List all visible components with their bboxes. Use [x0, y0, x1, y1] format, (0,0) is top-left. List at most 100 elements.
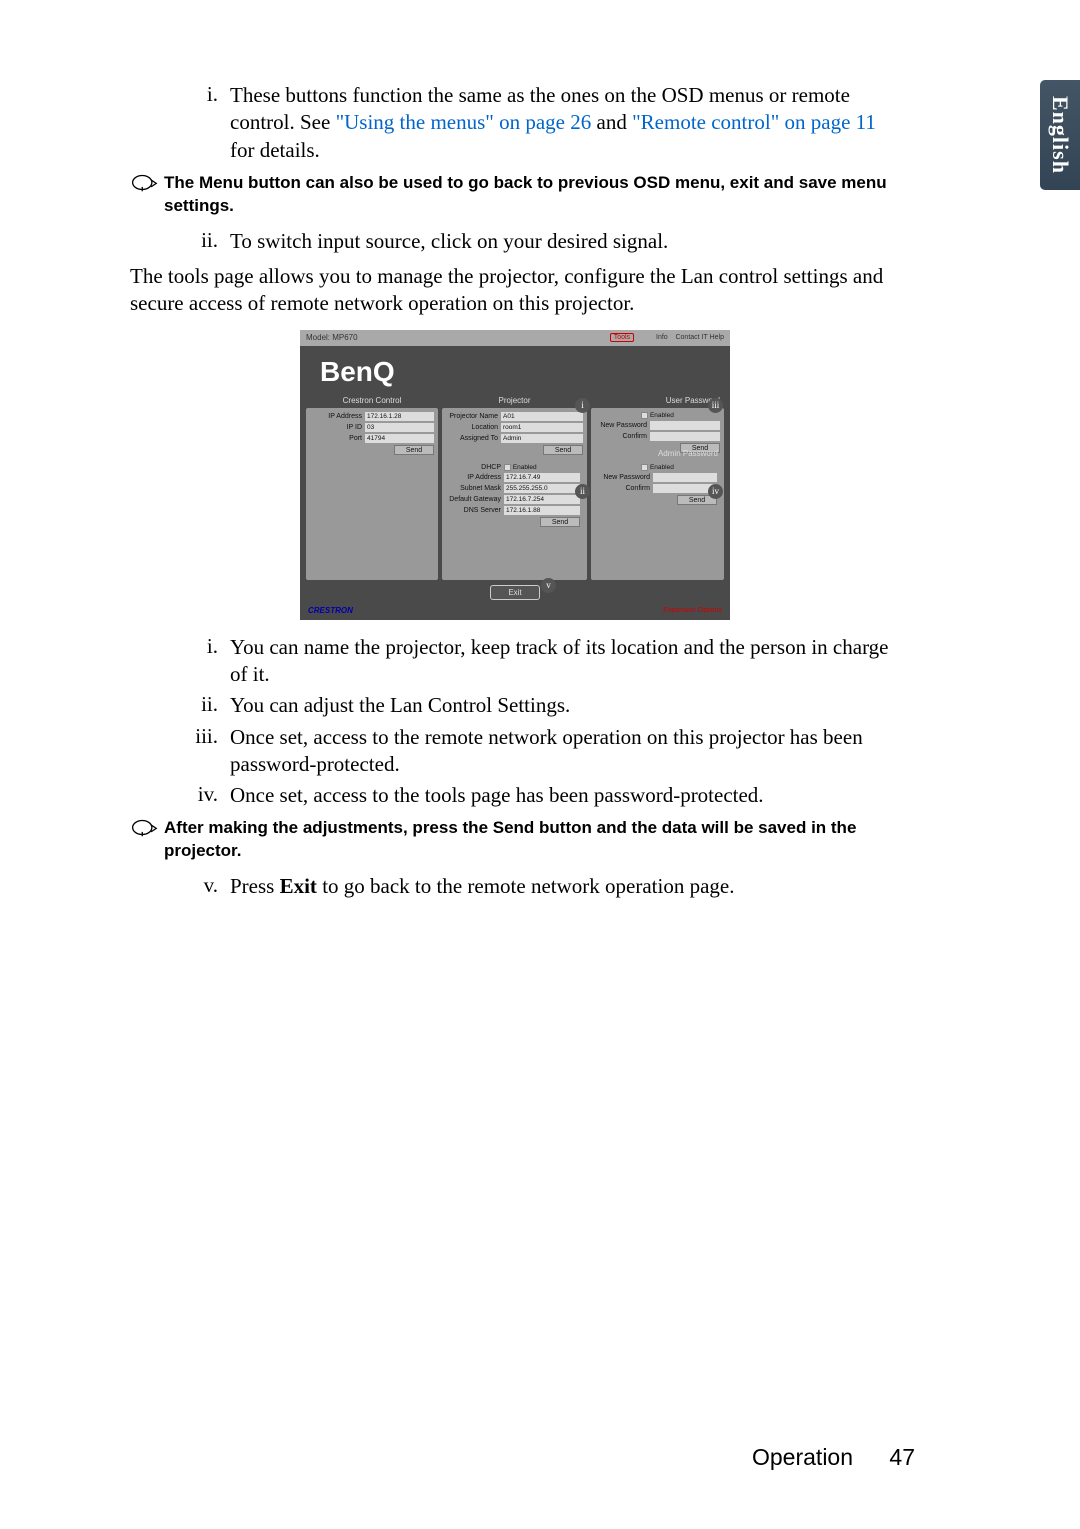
field-label: Port: [310, 435, 365, 442]
list-body: Once set, access to the tools page has b…: [230, 782, 900, 809]
exit-wrap: Exit: [300, 585, 730, 600]
callout-i: i: [575, 398, 590, 413]
projector-assigned-input[interactable]: Admin: [501, 434, 583, 443]
tab-contact[interactable]: Contact IT Help: [675, 334, 724, 341]
exit-bold: Exit: [280, 874, 317, 898]
user-pw-enabled-label: Enabled: [650, 412, 674, 419]
admin-newpw-input[interactable]: [653, 473, 717, 482]
roman-v-block: v. Press Exit to go back to the remote n…: [190, 873, 900, 900]
note-text: After making the adjustments, press the …: [164, 817, 900, 863]
list-ii-block: ii. To switch input source, click on you…: [190, 228, 900, 255]
language-side-tab: English: [1040, 80, 1080, 190]
list-num: v.: [190, 873, 230, 900]
topbar-tabs: Tools Info Contact IT Help: [610, 334, 724, 341]
lan-ip-input[interactable]: 172.16.7.49: [504, 473, 580, 482]
admin-pw-enabled-checkbox[interactable]: [641, 464, 648, 471]
list-item: iv. Once set, access to the tools page h…: [190, 782, 900, 809]
field-label: New Password: [595, 422, 650, 429]
note-menu-button: The Menu button can also be used to go b…: [130, 172, 900, 218]
field-label: IP Address: [449, 474, 504, 481]
user-newpw-input[interactable]: [650, 421, 720, 430]
page-content: i. These buttons function the same as th…: [130, 82, 900, 909]
crestron-logo: CRESTRON: [308, 606, 353, 615]
model-label: Model: MP670: [306, 333, 358, 342]
note-icon: [130, 817, 158, 838]
list-item: ii. You can adjust the Lan Control Setti…: [190, 692, 900, 719]
crestron-panel: Crestron Control IP Address172.16.1.28 I…: [306, 408, 438, 580]
lan-send-button[interactable]: Send: [540, 517, 580, 527]
field-label: IP Address: [310, 413, 365, 420]
tools-page-paragraph: The tools page allows you to manage the …: [130, 263, 900, 318]
tools-page-screenshot: Model: MP670 Tools Info Contact IT Help …: [300, 330, 730, 620]
field-label: New Password: [598, 474, 653, 481]
list-num: iv.: [190, 782, 230, 809]
field-label: Confirm: [598, 485, 653, 492]
projector-title: Projector: [442, 396, 587, 405]
exit-button[interactable]: Exit: [490, 585, 540, 600]
admin-pw-subpanel: Admin Password Enabled New Password Conf…: [595, 461, 720, 508]
projector-send-button[interactable]: Send: [543, 445, 583, 455]
tab-info[interactable]: Info: [656, 334, 668, 341]
lan-gateway-input[interactable]: 172.16.7.254: [504, 495, 580, 504]
tab-tools[interactable]: Tools: [610, 333, 634, 342]
text-post: to go back to the remote network operati…: [317, 874, 735, 898]
page-footer: Operation 47: [752, 1444, 915, 1471]
list-num: ii.: [190, 692, 230, 719]
projector-name-input[interactable]: A01: [501, 412, 583, 421]
list-body: You can name the projector, keep track o…: [230, 634, 900, 689]
list-item: iii. Once set, access to the remote netw…: [190, 724, 900, 779]
expansion-options-link[interactable]: Expansion Options: [663, 607, 722, 614]
user-confirmpw-input[interactable]: [650, 432, 720, 441]
field-label: Confirm: [595, 433, 650, 440]
callout-v: v: [541, 578, 556, 593]
list-item-v: v. Press Exit to go back to the remote n…: [190, 873, 900, 900]
dhcp-checkbox[interactable]: [504, 464, 511, 471]
ss-panels: Crestron Control IP Address172.16.1.28 I…: [306, 408, 724, 580]
lan-subpanel: DHCP Enabled IP Address172.16.7.49 Subne…: [446, 461, 583, 530]
lan-dns-input[interactable]: 172.16.1.88: [504, 506, 580, 515]
lan-subnet-input[interactable]: 255.255.255.0: [504, 484, 580, 493]
field-label: Projector Name: [446, 413, 501, 420]
list-num: iii.: [190, 724, 230, 779]
field-label: DNS Server: [449, 507, 504, 514]
field-label: DHCP: [449, 464, 504, 471]
text-pre: Press: [230, 874, 280, 898]
list-body: These buttons function the same as the o…: [230, 82, 900, 164]
list-item: i. You can name the projector, keep trac…: [190, 634, 900, 689]
intro-list: i. These buttons function the same as th…: [190, 82, 900, 164]
text-mid: and: [591, 110, 632, 134]
callout-ii: ii: [575, 484, 590, 499]
user-pw-enabled-checkbox[interactable]: [641, 412, 648, 419]
link-using-menus[interactable]: "Using the menus" on page 26: [336, 110, 592, 134]
note-icon: [130, 172, 158, 193]
note-text: The Menu button can also be used to go b…: [164, 172, 900, 218]
callout-iv: iv: [708, 484, 723, 499]
list-num: i.: [190, 634, 230, 689]
password-panel: User Password Enabled New Password Confi…: [591, 408, 724, 580]
language-label: English: [1047, 96, 1073, 174]
crestron-ipid-input[interactable]: 03: [365, 423, 434, 432]
field-label: Subnet Mask: [449, 485, 504, 492]
admin-pw-enabled-label: Enabled: [650, 464, 674, 471]
field-label: Default Gateway: [449, 496, 504, 503]
projector-location-input[interactable]: room1: [501, 423, 583, 432]
dhcp-enabled-label: Enabled: [513, 464, 537, 471]
text-b: for details.: [230, 138, 320, 162]
note-send-button: After making the adjustments, press the …: [130, 817, 900, 863]
footer-section: Operation: [752, 1444, 853, 1470]
benq-logo: BenQ: [320, 356, 395, 388]
list-body: To switch input source, click on your de…: [230, 228, 900, 255]
crestron-ip-input[interactable]: 172.16.1.28: [365, 412, 434, 421]
field-label: IP ID: [310, 424, 365, 431]
ss-footer: CRESTRON Expansion Options: [308, 604, 722, 618]
link-remote-control[interactable]: "Remote control" on page 11: [632, 110, 876, 134]
callout-iii: iii: [708, 398, 723, 413]
list-item-i: i. These buttons function the same as th…: [190, 82, 900, 164]
list-num: ii.: [190, 228, 230, 255]
crestron-port-input[interactable]: 41794: [365, 434, 434, 443]
admin-password-title: Admin Password: [658, 449, 718, 458]
list-item-ii: ii. To switch input source, click on you…: [190, 228, 900, 255]
crestron-send-button[interactable]: Send: [394, 445, 434, 455]
list-body: You can adjust the Lan Control Settings.: [230, 692, 900, 719]
footer-page-number: 47: [889, 1444, 915, 1470]
